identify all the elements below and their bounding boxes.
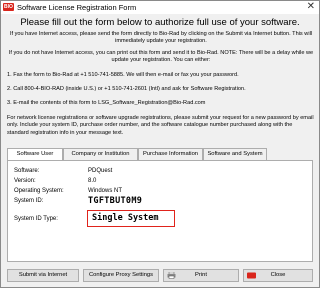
tab-company-institution[interactable]: Company or Institution [63,148,138,160]
system-id-label: System ID: [14,198,44,204]
submit-via-internet-button[interactable]: Submit via Internet [7,269,79,282]
software-value: PDQuest [88,168,113,174]
title-bar: BIO Software License Registration Form ✕ [1,1,319,14]
os-value: Windows NT [88,188,123,194]
bio-rad-close-icon [247,272,256,279]
print-button-label: Print [195,272,207,278]
tab-purchase-information[interactable]: Purchase Information [138,148,203,160]
system-id-type-value: Single System [92,213,159,223]
system-id-type-highlight: Single System [87,210,175,227]
email-instructions: 3. E-mail the contents of this form to L… [7,100,206,106]
fax-instructions: 1. Fax the form to Bio-Rad at +1 510-741… [7,72,239,78]
system-id-value: TGFTBUT0M9 [88,196,143,206]
close-window-icon[interactable]: ✕ [307,1,315,13]
form-heading: Please fill out the form below to author… [20,17,300,28]
close-button-label: Close [270,272,286,278]
print-button[interactable]: Print [163,269,239,282]
os-label: Operating System: [14,188,64,194]
close-button[interactable]: Close [243,269,313,282]
tab-software-system[interactable]: Software and System [203,148,267,160]
software-system-panel: Software: PDQuest Version: 8.0 Operating… [7,160,313,262]
version-value: 8.0 [88,178,97,184]
no-internet-instructions: If you do not have Internet access, you … [8,50,314,64]
registration-window: BIO Software License Registration Form ✕… [0,0,320,288]
bio-rad-logo-icon: BIO [3,3,14,11]
software-label: Software: [14,168,40,174]
call-instructions: 2. Call 800-4-BIO-RAD (inside U.S.) or +… [7,86,246,92]
network-license-instructions: For network license registrations or sof… [7,115,314,136]
configure-proxy-button[interactable]: Configure Proxy Settings [83,269,159,282]
internet-instructions: If you have Internet access, please send… [9,31,313,45]
system-id-type-label: System ID Type: [14,216,58,222]
tab-strip: Software User Company or Institution Pur… [7,148,313,161]
printer-icon [167,272,176,279]
window-title: Software License Registration Form [17,3,137,12]
version-label: Version: [14,178,36,184]
